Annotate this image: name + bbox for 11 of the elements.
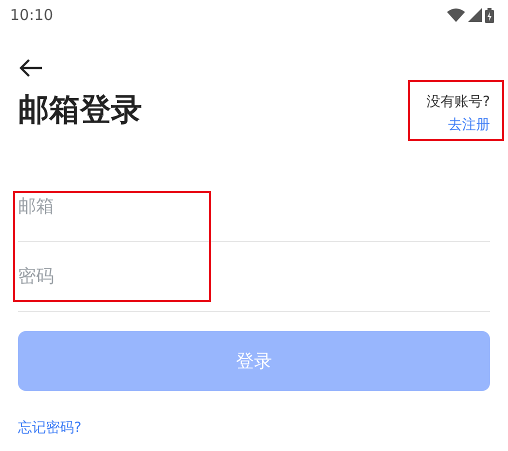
email-field[interactable]: 邮箱 (18, 184, 490, 228)
forgot-password-link[interactable]: 忘记密码? (18, 418, 490, 439)
signal-icon (468, 8, 482, 22)
password-field[interactable]: 密码 (18, 254, 490, 298)
status-time: 10:10 (10, 4, 54, 26)
register-link[interactable]: 去注册 (448, 115, 490, 136)
battery-icon (485, 8, 494, 22)
page-title: 邮箱登录 (18, 91, 142, 130)
back-arrow-icon[interactable] (18, 58, 44, 78)
wifi-icon (447, 8, 465, 22)
no-account-text: 没有账号? (426, 93, 490, 112)
